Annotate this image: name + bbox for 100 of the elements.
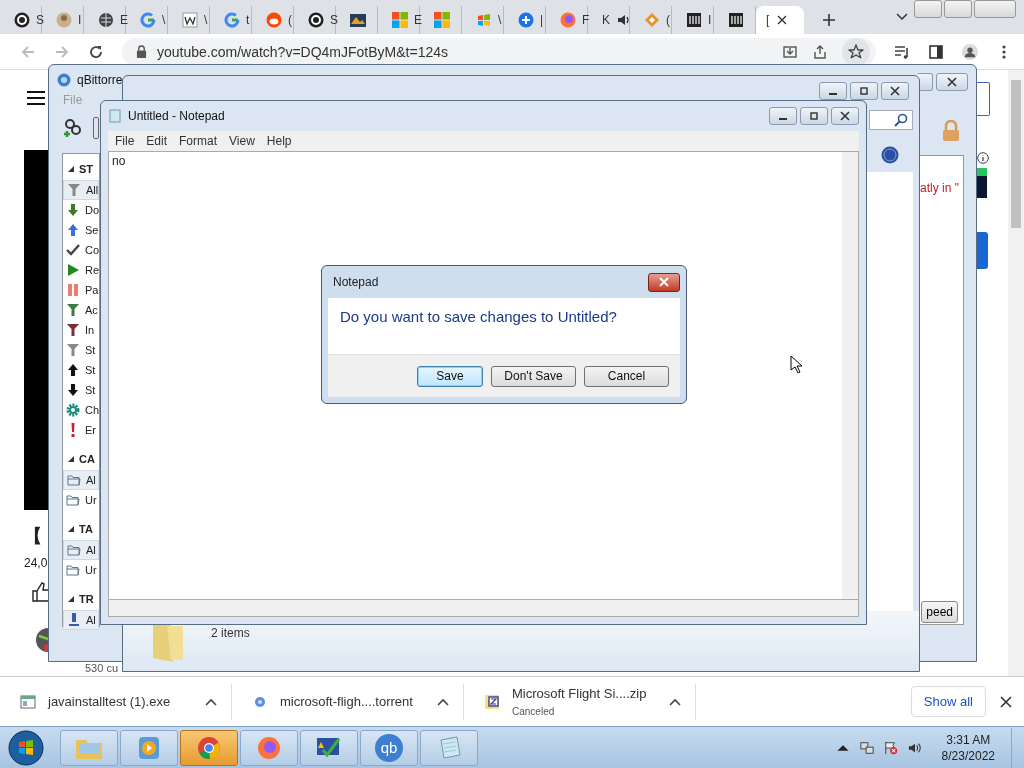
chevron-up-icon[interactable] (437, 697, 449, 706)
close-icon[interactable] (1000, 695, 1012, 708)
collapse-icon[interactable] (68, 456, 74, 462)
section-header[interactable]: CA (63, 448, 99, 470)
filter-item[interactable]: Al (63, 610, 99, 630)
video-title: 【 (24, 525, 42, 548)
section-header[interactable]: TA (63, 518, 99, 540)
menu-icon[interactable] (27, 91, 45, 105)
filter-item[interactable]: All (63, 180, 99, 200)
filter-icon (66, 343, 80, 357)
filter-item[interactable]: St (63, 360, 99, 380)
filter-item[interactable]: Al (63, 470, 99, 490)
network-icon[interactable] (859, 740, 874, 755)
install-icon[interactable] (782, 43, 798, 60)
profile-icon[interactable] (962, 43, 978, 60)
restore-button[interactable] (944, 0, 972, 18)
wiki-icon (182, 12, 198, 28)
minimize-button[interactable] (819, 82, 847, 100)
link-icon[interactable] (63, 118, 83, 138)
download-item[interactable]: Microsoft Flight Si....zip Canceled (464, 683, 696, 720)
address-bar[interactable]: youtube.com/watch?v=DQ4mJFotByM&t=124s (122, 37, 876, 66)
download-status: Canceled (512, 706, 556, 717)
taskbar-app[interactable] (240, 729, 298, 766)
comment-count: 530 cu (85, 662, 119, 674)
filter-item[interactable]: Do (63, 200, 99, 220)
browser-tab[interactable]: [ (756, 6, 804, 34)
dialog-button[interactable]: Save (417, 365, 483, 387)
menu-item[interactable]: Format (179, 134, 218, 148)
minimize-icon (779, 118, 787, 120)
menu-item[interactable]: Help (266, 134, 292, 148)
notepad-icon (108, 109, 122, 123)
media-control-icon[interactable] (894, 43, 910, 60)
maximize-icon (859, 86, 869, 96)
filter-item[interactable]: Ur (63, 490, 99, 510)
maximize-button[interactable] (918, 73, 933, 91)
mouse-cursor-icon (790, 355, 802, 373)
section-header[interactable]: ST (63, 158, 99, 180)
side-panel-icon[interactable] (928, 43, 944, 60)
filter-item[interactable]: Ur (63, 560, 99, 580)
maximize-button[interactable] (800, 107, 828, 125)
chevron-up-icon[interactable] (205, 697, 217, 706)
taskbar-app[interactable] (300, 729, 358, 766)
horizontal-scrollbar[interactable] (108, 599, 859, 617)
filter-item[interactable]: Co (63, 240, 99, 260)
minimize-button[interactable] (769, 107, 797, 125)
filter-item[interactable]: Er (63, 420, 99, 440)
share-icon[interactable] (812, 43, 828, 60)
taskbar-app[interactable] (180, 729, 238, 766)
download-item[interactable]: microsoft-fligh....torrent (232, 683, 464, 720)
maximize-button[interactable] (850, 82, 878, 100)
download-item[interactable]: javainstalltest (1).exe (0, 683, 232, 720)
filter-item[interactable]: In (63, 320, 99, 340)
dialog-button[interactable]: Cancel (584, 365, 669, 387)
search-field[interactable] (869, 110, 913, 130)
reload-icon[interactable] (88, 43, 104, 60)
menu-item[interactable]: View (229, 134, 255, 148)
vertical-scrollbar[interactable] (842, 152, 858, 599)
filter-item[interactable]: Se (63, 220, 99, 240)
file-name: javainstalltest (1).exe (48, 694, 171, 709)
thumbnail[interactable] (977, 168, 987, 198)
filter-item[interactable]: St (63, 340, 99, 360)
help-icon[interactable] (881, 146, 899, 164)
filter-item[interactable]: Pa (63, 280, 99, 300)
scrollbar[interactable] (1008, 70, 1024, 676)
chevron-down-icon[interactable] (896, 13, 908, 21)
close-button[interactable] (648, 272, 680, 292)
maximize-icon (809, 111, 819, 121)
section-title: ST (79, 163, 94, 175)
collapse-icon[interactable] (68, 526, 74, 532)
start-button[interactable] (8, 729, 44, 766)
filter-item[interactable]: Re (63, 260, 99, 280)
new-tab-icon[interactable] (822, 13, 836, 27)
show-all-button[interactable]: Show all (910, 686, 986, 717)
collapse-icon[interactable] (68, 166, 74, 172)
flag-icon[interactable] (883, 740, 898, 755)
filter-item[interactable]: Ac (63, 300, 99, 320)
collapse-icon[interactable] (68, 596, 74, 602)
dialog-button[interactable]: Don't Save (491, 365, 576, 387)
filter-item[interactable]: St (63, 380, 99, 400)
section-title: TA (79, 523, 93, 535)
toolbar-button[interactable] (93, 117, 99, 139)
speed-button[interactable]: peed (921, 601, 958, 623)
close-icon[interactable] (777, 15, 788, 25)
file-name: microsoft-fligh....torrent (280, 694, 413, 709)
info-icon[interactable] (977, 152, 989, 164)
close-button[interactable] (831, 107, 859, 125)
section-header[interactable]: TR (63, 588, 99, 610)
menu-item[interactable]: Edit (146, 134, 168, 148)
section-title: TR (79, 593, 94, 605)
gear-icon (66, 403, 80, 417)
close-button[interactable] (881, 82, 909, 100)
taskbar-app[interactable]: qb (360, 729, 418, 766)
filter-item[interactable]: Al (63, 540, 99, 560)
filter-item[interactable]: Ch (63, 400, 99, 420)
menu-item[interactable]: File (115, 134, 135, 148)
close-button[interactable] (936, 73, 968, 91)
chevron-up-icon[interactable] (669, 697, 681, 706)
folder-icon (66, 563, 80, 577)
close-icon (659, 277, 669, 287)
minimize-icon (829, 93, 837, 95)
